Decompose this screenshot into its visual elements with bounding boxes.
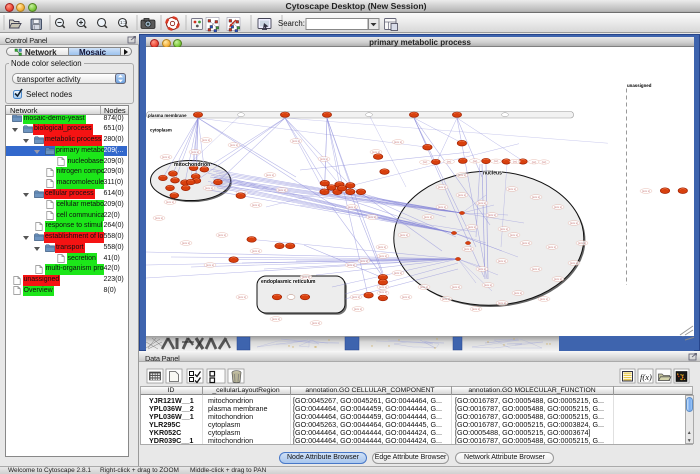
svg-text:(xxx x): (xxx x) bbox=[488, 213, 496, 217]
svg-text:(xxx x): (xxx x) bbox=[378, 245, 386, 249]
svg-text:(xxx x): (xxx x) bbox=[570, 221, 578, 225]
svg-text:(xxx x): (xxx x) bbox=[360, 259, 368, 263]
svg-text:(xxx x): (xxx x) bbox=[472, 307, 480, 311]
svg-text:(xxx x): (xxx x) bbox=[312, 321, 320, 325]
svg-text:plasma membrane: plasma membrane bbox=[148, 113, 187, 118]
svg-text:(xxx x): (xxx x) bbox=[394, 140, 402, 144]
svg-text:(xxx x): (xxx x) bbox=[372, 150, 380, 154]
svg-text:(xxx x): (xxx x) bbox=[420, 285, 428, 289]
svg-text:(xxx x): (xxx x) bbox=[464, 247, 472, 251]
svg-text:(xxx x): (xxx x) bbox=[484, 283, 492, 287]
svg-text:(xxx x): (xxx x) bbox=[578, 241, 586, 245]
svg-text:cytoplasm: cytoplasm bbox=[150, 128, 172, 133]
svg-text:(xxx x): (xxx x) bbox=[424, 215, 432, 219]
svg-text:(xxx x): (xxx x) bbox=[438, 205, 446, 209]
svg-text:(xxx x): (xxx x) bbox=[500, 227, 508, 231]
svg-text:(xxx x): (xxx x) bbox=[266, 173, 274, 177]
svg-text:(xx): (xx) bbox=[423, 160, 428, 164]
svg-text:(xxx x): (xxx x) bbox=[218, 233, 226, 237]
svg-text:(xxx x): (xxx x) bbox=[478, 201, 486, 205]
svg-text:(xxx x): (xxx x) bbox=[379, 285, 387, 289]
svg-text:(xx): (xx) bbox=[447, 160, 452, 164]
svg-text:endoplasmic reticulum: endoplasmic reticulum bbox=[261, 279, 316, 285]
svg-text:(xxx x): (xxx x) bbox=[438, 185, 446, 189]
svg-text:(xx): (xx) bbox=[532, 160, 537, 164]
svg-text:(xx): (xx) bbox=[513, 160, 518, 164]
svg-text:Search:: Search: bbox=[278, 19, 305, 28]
svg-text:(xxx x): (xxx x) bbox=[252, 203, 260, 207]
svg-text:(xxx x): (xxx x) bbox=[554, 277, 562, 281]
svg-text:(xxx x): (xxx x) bbox=[394, 271, 402, 275]
svg-text:(xxx x): (xxx x) bbox=[514, 291, 522, 295]
svg-text:(xxx x): (xxx x) bbox=[570, 261, 578, 265]
svg-text:(xxx x): (xxx x) bbox=[272, 317, 280, 321]
svg-text:(xxx x): (xxx x) bbox=[347, 263, 355, 267]
svg-text:(xxx x): (xxx x) bbox=[379, 254, 387, 258]
svg-text:(xxx x): (xxx x) bbox=[510, 233, 518, 237]
svg-text:(xxx x): (xxx x) bbox=[320, 157, 328, 161]
svg-text:1:1: 1:1 bbox=[120, 20, 127, 25]
svg-text:(xxx x): (xxx x) bbox=[532, 267, 540, 271]
svg-text:(xxx x): (xxx x) bbox=[278, 188, 286, 192]
svg-text:(xxx x): (xxx x) bbox=[498, 301, 506, 305]
svg-text:(xxx x): (xxx x) bbox=[354, 307, 362, 311]
svg-text:(xxx x): (xxx x) bbox=[478, 267, 486, 271]
svg-text:(xxx x): (xxx x) bbox=[348, 205, 356, 209]
svg-text:(xxx x): (xxx x) bbox=[548, 245, 556, 249]
svg-text:(xxx x): (xxx x) bbox=[352, 295, 360, 299]
svg-text:unassigned: unassigned bbox=[627, 83, 652, 88]
svg-text:(xxx x): (xxx x) bbox=[230, 143, 238, 147]
svg-text:(xx): (xx) bbox=[473, 159, 478, 163]
svg-text:(xxx x): (xxx x) bbox=[206, 263, 214, 267]
svg-text:(xxx x): (xxx x) bbox=[205, 186, 213, 190]
svg-text:(xxx x): (xxx x) bbox=[368, 215, 376, 219]
svg-text:(xxx x): (xxx x) bbox=[540, 297, 548, 301]
svg-text:(xx): (xx) bbox=[494, 159, 499, 163]
svg-text:(xxx x): (xxx x) bbox=[191, 150, 199, 154]
svg-text:(xxx x): (xxx x) bbox=[452, 285, 460, 289]
svg-text:nucleus: nucleus bbox=[483, 171, 502, 177]
svg-text:(xxx x): (xxx x) bbox=[458, 173, 466, 177]
svg-text:(xxx x): (xxx x) bbox=[442, 297, 450, 301]
svg-text:(xxx x): (xxx x) bbox=[379, 290, 387, 294]
svg-text:(xxx x): (xxx x) bbox=[508, 187, 516, 191]
svg-text:(xxx x): (xxx x) bbox=[202, 138, 210, 142]
svg-text:(xxx x): (xxx x) bbox=[468, 225, 476, 229]
svg-text:(xxx x): (xxx x) bbox=[554, 205, 562, 209]
svg-text:(xxx x): (xxx x) bbox=[522, 241, 530, 245]
svg-text:(xxx x): (xxx x) bbox=[458, 193, 466, 197]
svg-text:(xxx x): (xxx x) bbox=[162, 155, 170, 159]
svg-text:(xxx x): (xxx x) bbox=[166, 200, 174, 204]
svg-text:(xxx x): (xxx x) bbox=[292, 139, 300, 143]
svg-text:(xxx x): (xxx x) bbox=[400, 233, 408, 237]
svg-text:(xx): (xx) bbox=[542, 160, 547, 164]
svg-text:mitochondrion: mitochondrion bbox=[174, 162, 210, 168]
svg-text:(xxx x): (xxx x) bbox=[252, 249, 260, 253]
svg-text:(xxx x): (xxx x) bbox=[238, 295, 246, 299]
svg-text:(xxx x): (xxx x) bbox=[155, 216, 163, 220]
svg-text:(xxx x): (xxx x) bbox=[532, 195, 540, 199]
svg-text:f(x): f(x) bbox=[640, 372, 652, 382]
svg-text:(xxx x): (xxx x) bbox=[182, 241, 190, 245]
svg-text:(xxx x): (xxx x) bbox=[642, 189, 650, 193]
svg-text:(xxx x): (xxx x) bbox=[498, 259, 506, 263]
svg-text:(xxx x): (xxx x) bbox=[402, 295, 410, 299]
